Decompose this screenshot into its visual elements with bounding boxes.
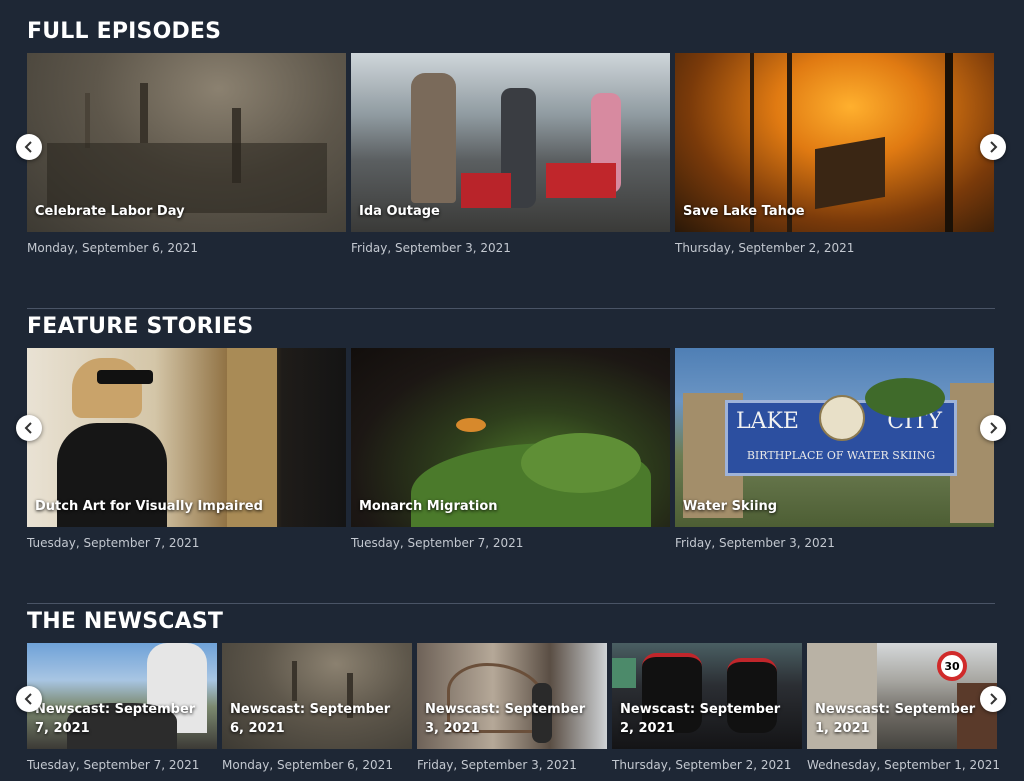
compass-icon <box>819 395 865 441</box>
story-title: Monarch Migration <box>359 499 498 514</box>
newscast-card[interactable]: Newscast: September 3, 2021 Friday, Sept… <box>417 643 607 772</box>
newscast-date: Thursday, September 2, 2021 <box>612 758 792 772</box>
feature-stories-section: FEATURE STORIES <box>27 312 995 342</box>
story-thumbnail[interactable]: LAKE CITY BIRTHPLACE OF WATER SKIING Wat… <box>675 348 994 527</box>
carousel-next-button[interactable] <box>980 134 1006 160</box>
episode-card[interactable]: Ida Outage Friday, September 3, 2021 <box>351 53 670 255</box>
story-title: Dutch Art for Visually Impaired <box>35 499 263 514</box>
carousel-next-button[interactable] <box>980 415 1006 441</box>
section-title: FULL EPISODES <box>27 19 222 44</box>
chevron-right-icon <box>990 422 998 434</box>
carousel-prev-button[interactable] <box>16 134 42 160</box>
section-title: FEATURE STORIES <box>27 314 254 339</box>
episode-thumbnail[interactable]: Ida Outage <box>351 53 670 232</box>
chevron-left-icon <box>24 422 32 434</box>
episode-card[interactable]: Save Lake Tahoe Thursday, September 2, 2… <box>675 53 994 255</box>
newscast-date: Tuesday, September 7, 2021 <box>27 758 200 772</box>
carousel-next-button[interactable] <box>980 686 1006 712</box>
chevron-left-icon <box>24 141 32 153</box>
newscast-title: Newscast: September 6, 2021 <box>230 702 391 736</box>
section-divider <box>27 603 995 604</box>
chevron-right-icon <box>990 693 998 705</box>
story-card[interactable]: Monarch Migration Tuesday, September 7, … <box>351 348 670 550</box>
newscast-date: Friday, September 3, 2021 <box>417 758 577 772</box>
story-thumbnail[interactable]: Monarch Migration <box>351 348 670 527</box>
newscast-card[interactable]: Newscast: September 2, 2021 Thursday, Se… <box>612 643 802 772</box>
section-divider <box>27 308 995 309</box>
speed-limit-sign: 30 <box>937 651 967 681</box>
episode-date: Friday, September 3, 2021 <box>351 241 511 255</box>
chevron-left-icon <box>24 693 32 705</box>
full-episodes-carousel: Celebrate Labor Day Monday, September 6,… <box>27 53 994 255</box>
newscast-thumbnail[interactable]: Newscast: September 7, 2021 <box>27 643 217 749</box>
carousel-prev-button[interactable] <box>16 686 42 712</box>
newscast-date: Wednesday, September 1, 2021 <box>807 758 1001 772</box>
episode-thumbnail[interactable]: Celebrate Labor Day <box>27 53 346 232</box>
episode-title: Ida Outage <box>359 204 440 219</box>
story-date: Tuesday, September 7, 2021 <box>27 536 200 550</box>
newscast-card[interactable]: 30 Newscast: September 1, 2021 Wednesday… <box>807 643 1001 772</box>
story-thumbnail[interactable]: Dutch Art for Visually Impaired <box>27 348 346 527</box>
story-card[interactable]: LAKE CITY BIRTHPLACE OF WATER SKIING Wat… <box>675 348 994 550</box>
newscast-thumbnail[interactable]: Newscast: September 2, 2021 <box>612 643 802 749</box>
episode-date: Monday, September 6, 2021 <box>27 241 198 255</box>
episode-title: Save Lake Tahoe <box>683 204 805 219</box>
newscast-date: Monday, September 6, 2021 <box>222 758 393 772</box>
episode-title: Celebrate Labor Day <box>35 204 185 219</box>
newscast-title: Newscast: September 3, 2021 <box>425 702 586 736</box>
newscast-card[interactable]: Newscast: September 6, 2021 Monday, Sept… <box>222 643 412 772</box>
story-date: Tuesday, September 7, 2021 <box>351 536 524 550</box>
newscast-title: Newscast: September 1, 2021 <box>815 702 976 736</box>
episode-thumbnail[interactable]: Save Lake Tahoe <box>675 53 994 232</box>
newscast-title: Newscast: September 2, 2021 <box>620 702 781 736</box>
newscast-carousel: Newscast: September 7, 2021 Tuesday, Sep… <box>27 643 1001 772</box>
full-episodes-section: FULL EPISODES <box>27 17 995 47</box>
story-title: Water Skiing <box>683 499 778 514</box>
episode-card[interactable]: Celebrate Labor Day Monday, September 6,… <box>27 53 346 255</box>
newscast-thumbnail[interactable]: Newscast: September 6, 2021 <box>222 643 412 749</box>
newscast-thumbnail[interactable]: 30 Newscast: September 1, 2021 <box>807 643 997 749</box>
newscast-section: THE NEWSCAST <box>27 607 995 637</box>
story-date: Friday, September 3, 2021 <box>675 536 835 550</box>
newscast-title: Newscast: September 7, 2021 <box>35 702 196 736</box>
chevron-right-icon <box>990 141 998 153</box>
newscast-card[interactable]: Newscast: September 7, 2021 Tuesday, Sep… <box>27 643 217 772</box>
story-card[interactable]: Dutch Art for Visually Impaired Tuesday,… <box>27 348 346 550</box>
feature-stories-carousel: Dutch Art for Visually Impaired Tuesday,… <box>27 348 994 550</box>
episode-date: Thursday, September 2, 2021 <box>675 241 855 255</box>
newscast-thumbnail[interactable]: Newscast: September 3, 2021 <box>417 643 607 749</box>
section-title: THE NEWSCAST <box>27 609 224 634</box>
carousel-prev-button[interactable] <box>16 415 42 441</box>
